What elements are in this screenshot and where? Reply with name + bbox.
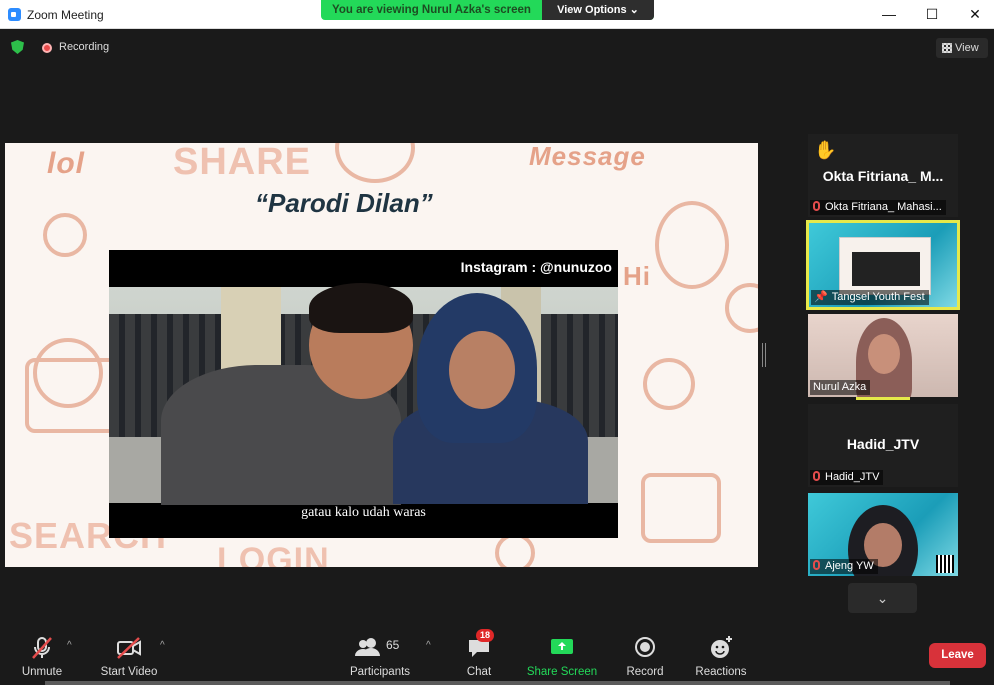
mic-muted-icon bbox=[0, 635, 87, 661]
doodle-share: SHARE bbox=[173, 143, 312, 183]
participant-tile-active[interactable]: 📌 Tangsel Youth Fest bbox=[806, 220, 960, 310]
participant-name-label: Nurul Azka bbox=[810, 380, 871, 395]
location-pin-doodle-icon bbox=[643, 358, 695, 410]
participant-name: Nurul Azka bbox=[813, 381, 867, 393]
panel-resize-handle[interactable] bbox=[762, 343, 766, 367]
doodle-login: LOGIN bbox=[217, 541, 330, 567]
screen-share-banner: You are viewing Nurul Azka's screen View… bbox=[321, 0, 654, 20]
close-button[interactable]: ✕ bbox=[965, 6, 985, 23]
participants-icon: 65 bbox=[335, 635, 425, 661]
chat-icon: 18 bbox=[466, 629, 495, 661]
participant-name: Tangsel Youth Fest bbox=[831, 291, 925, 303]
view-button[interactable]: View bbox=[936, 38, 988, 58]
taskbar-strip bbox=[45, 681, 950, 685]
people-doodle-icon bbox=[495, 533, 535, 567]
chat-bubble-doodle-icon bbox=[335, 143, 415, 183]
participants-button[interactable]: 65 Participants bbox=[335, 628, 425, 679]
doodle-message: Message bbox=[529, 143, 646, 171]
chevron-down-icon: ⌄ bbox=[876, 590, 889, 606]
mic-muted-icon bbox=[813, 201, 820, 211]
scroll-down-button[interactable]: ⌄ bbox=[848, 583, 917, 613]
unmute-label: Unmute bbox=[21, 666, 63, 678]
reactions-label: Reactions bbox=[695, 666, 747, 678]
chevron-down-icon: ⌄ bbox=[629, 4, 639, 16]
chat-label: Chat bbox=[466, 666, 492, 678]
slide-title: “Parodi Dilan” bbox=[255, 188, 433, 218]
view-label: View bbox=[955, 42, 979, 54]
participant-name-label: Okta Fitriana_ Mahasi... bbox=[810, 200, 946, 215]
shared-screen: lol SHARE Message Hi SEARCH LOGIN “Parod… bbox=[5, 143, 758, 567]
music-note-doodle-icon bbox=[641, 473, 721, 543]
leave-button[interactable]: Leave bbox=[929, 643, 986, 668]
recording-label: Recording bbox=[59, 41, 110, 53]
heart-doodle-icon bbox=[43, 213, 87, 257]
video-frame bbox=[109, 283, 618, 505]
participant-tile[interactable]: Hadid_JTV Hadid_JTV bbox=[808, 404, 958, 487]
chat-badge: 18 bbox=[476, 629, 495, 642]
participants-caret-icon[interactable]: ^ bbox=[426, 640, 431, 651]
participants-count: 65 bbox=[386, 638, 400, 652]
participants-label: Participants bbox=[349, 666, 411, 678]
participant-display-name: Okta Fitriana_ M... bbox=[822, 168, 944, 184]
participant-video-inner bbox=[852, 252, 920, 286]
start-video-button[interactable]: Start Video bbox=[84, 628, 174, 679]
speaking-indicator bbox=[856, 397, 910, 400]
video-caption: gatau kalo udah waras bbox=[301, 505, 426, 520]
qr-code-icon bbox=[936, 555, 954, 573]
share-screen-label: Share Screen bbox=[526, 666, 598, 678]
share-screen-icon bbox=[517, 635, 607, 661]
audio-options-caret-icon[interactable]: ^ bbox=[67, 640, 72, 651]
participant-video-screen bbox=[839, 237, 931, 295]
start-video-label: Start Video bbox=[100, 666, 158, 678]
raised-hand-icon: ✋ bbox=[814, 140, 837, 160]
participant-tile[interactable]: Ajeng YW bbox=[808, 493, 958, 576]
person-hair bbox=[309, 283, 413, 333]
participant-name-label: 📌 Tangsel Youth Fest bbox=[811, 290, 929, 305]
doodle-hi: Hi bbox=[623, 261, 651, 291]
participant-name-label: Hadid_JTV bbox=[810, 470, 884, 485]
participant-name: Hadid_JTV bbox=[825, 471, 880, 483]
participant-name-label: Ajeng YW bbox=[810, 559, 878, 574]
lightbulb-doodle-icon bbox=[655, 201, 729, 289]
meeting-toolbar: Unmute ^ Start Video ^ 65 Participants ^… bbox=[0, 628, 994, 685]
participant-name: Okta Fitriana_ Mahasi... bbox=[825, 201, 942, 213]
window-title: Zoom Meeting bbox=[27, 8, 104, 22]
view-options-label: View Options bbox=[557, 4, 627, 16]
pin-icon: 📌 bbox=[814, 291, 828, 303]
mic-muted-icon bbox=[813, 560, 820, 570]
zoom-logo-icon bbox=[8, 8, 21, 21]
participant-display-name: Hadid_JTV bbox=[846, 436, 920, 452]
viewing-screen-text: You are viewing Nurul Azka's screen bbox=[332, 4, 531, 16]
grid-view-icon bbox=[942, 43, 952, 53]
shared-video-player: Instagram : @nunuzoo gatau kalo udah war… bbox=[109, 250, 618, 538]
doodle-lol: lol bbox=[47, 147, 85, 180]
recording-icon bbox=[42, 43, 52, 53]
minimize-button[interactable]: — bbox=[879, 6, 899, 22]
view-options-button[interactable]: View Options ⌄ bbox=[542, 0, 654, 20]
reactions-button[interactable]: Reactions bbox=[676, 628, 766, 679]
camera-doodle-icon bbox=[25, 358, 120, 433]
participant-tile[interactable]: Nurul Azka bbox=[808, 314, 958, 397]
maximize-button[interactable]: ☐ bbox=[922, 6, 942, 23]
title-bar: Zoom Meeting You are viewing Nurul Azka'… bbox=[0, 0, 994, 29]
participant-face bbox=[868, 334, 900, 374]
share-screen-button[interactable]: Share Screen bbox=[517, 628, 607, 679]
participant-name: Ajeng YW bbox=[825, 560, 874, 572]
encryption-shield-icon[interactable] bbox=[11, 40, 24, 54]
video-options-caret-icon[interactable]: ^ bbox=[160, 640, 165, 651]
person-face bbox=[449, 331, 515, 409]
mic-muted-icon bbox=[813, 471, 820, 481]
smiley-plus-icon bbox=[676, 635, 766, 661]
lock-doodle-icon bbox=[725, 283, 758, 333]
participant-tile[interactable]: ✋ Okta Fitriana_ M... Okta Fitriana_ Mah… bbox=[808, 134, 958, 217]
chat-button[interactable]: 18 Chat bbox=[434, 628, 524, 679]
instagram-handle: Instagram : @nunuzoo bbox=[460, 259, 612, 275]
unmute-button[interactable]: Unmute bbox=[0, 628, 87, 679]
